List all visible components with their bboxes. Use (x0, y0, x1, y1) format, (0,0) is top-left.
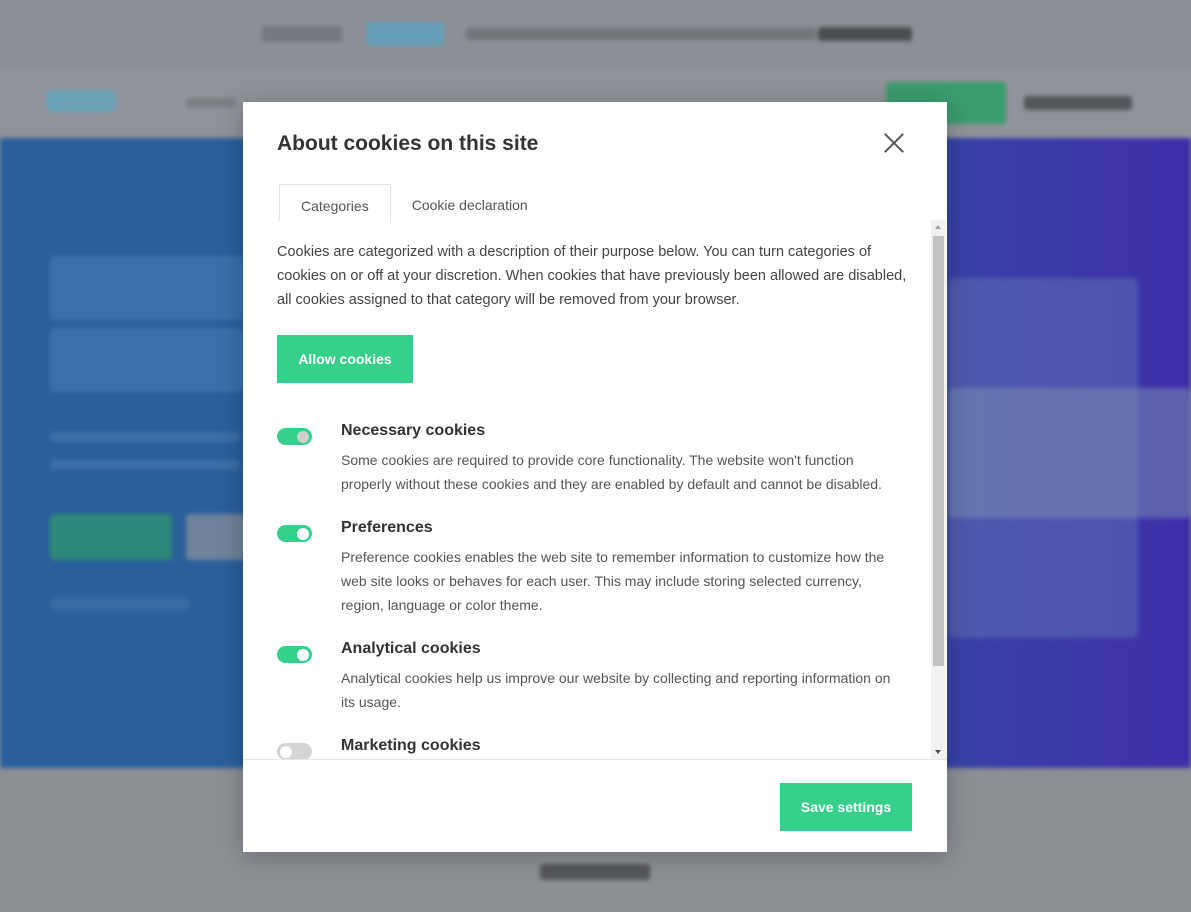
promo-link (818, 27, 912, 41)
hero-heading-line (50, 256, 250, 320)
analytical-toggle[interactable] (277, 646, 312, 663)
scrollbar-thumb[interactable] (933, 236, 944, 666)
promo-bar (0, 0, 1191, 68)
dialog-body: Cookies are categorized with a descripti… (243, 220, 947, 760)
dialog-tabs: Categories Cookie declaration (279, 184, 549, 222)
cookie-settings-dialog: About cookies on this site Categories Co… (243, 102, 947, 852)
hero-trust-line (50, 598, 190, 610)
hero-heading-line (50, 328, 245, 392)
toggle-knob (297, 648, 309, 661)
category-title: Preferences (341, 519, 433, 536)
site-logo (46, 90, 116, 112)
arrow-up-icon[interactable] (935, 225, 941, 229)
dialog-title: About cookies on this site (277, 132, 539, 155)
toggle-knob (280, 745, 292, 758)
category-title: Analytical cookies (341, 640, 481, 657)
dialog-footer: Save settings (243, 759, 947, 852)
category-description: Some cookies are required to provide cor… (341, 452, 882, 492)
category-description: Analytical cookies help us improve our w… (341, 670, 891, 710)
save-settings-button[interactable]: Save settings (780, 783, 912, 831)
toggle-knob (297, 527, 309, 540)
intro-text: Cookies are categorized with a descripti… (277, 244, 907, 308)
marketing-toggle[interactable] (277, 743, 312, 760)
nav-link (186, 98, 236, 108)
toggle-knob (297, 430, 309, 443)
product-mockup-card (948, 388, 1191, 518)
necessary-toggle[interactable] (277, 428, 312, 445)
hero-subtext-line (50, 432, 240, 442)
allow-cookies-button[interactable]: Allow cookies (277, 335, 413, 383)
section-heading (540, 864, 650, 880)
close-icon[interactable] (879, 128, 909, 158)
hero-secondary-button (186, 514, 246, 560)
hero-primary-button (50, 514, 172, 560)
category-title: Marketing cookies (341, 737, 481, 754)
tab-cookie-declaration[interactable]: Cookie declaration (391, 184, 549, 222)
hero-subtext-line (50, 460, 240, 470)
arrow-down-icon[interactable] (935, 750, 941, 754)
preferences-toggle[interactable] (277, 525, 312, 542)
nav-secondary-link (1024, 96, 1132, 110)
promo-text (466, 28, 816, 40)
dialog-scrollbar[interactable] (931, 220, 946, 760)
brand-logo (366, 22, 444, 46)
tab-categories[interactable]: Categories (279, 184, 391, 222)
category-title: Necessary cookies (341, 422, 486, 439)
category-description: Preference cookies enables the web site … (341, 549, 885, 613)
promo-logo (262, 26, 342, 42)
